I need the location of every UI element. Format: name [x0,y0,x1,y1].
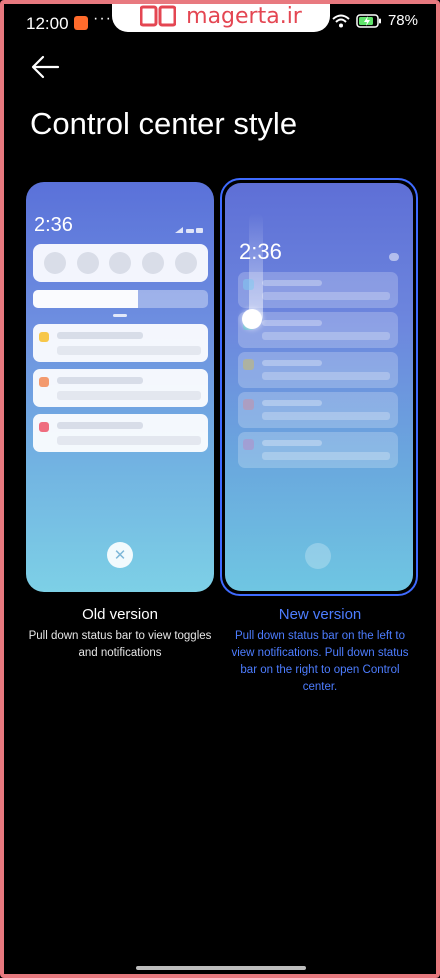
preview-notification [238,392,398,428]
preview-time: 2:36 [239,239,282,264]
preview-notification [238,272,398,308]
preview-toggle [174,252,197,274]
preview-notification-dot [39,332,49,342]
battery-percent: 78% [387,12,418,29]
book-logo-icon [140,5,177,27]
status-right-icons: 78% [332,12,418,29]
watermark-text: magerta.ir [186,3,302,29]
preview-drag-handle [113,314,127,317]
old-version-option[interactable]: 2:36 ✕ [26,182,214,592]
preview-cloud-icon [389,253,399,261]
preview-notification-dot [39,422,49,432]
preview-toggle [109,252,132,274]
app-notification-icon [74,16,88,30]
wifi-icon [332,14,350,27]
back-arrow-icon[interactable] [30,54,60,80]
preview-notification [238,432,398,468]
preview-notification-dot [39,377,49,387]
preview-close-icon: ✕ [107,542,133,568]
old-version-description: Pull down status bar to view toggles and… [28,630,212,659]
preview-notification [238,312,398,348]
battery-charging-icon [356,13,381,28]
preview-notification [33,414,208,452]
watermark-banner: magerta.ir [112,0,330,32]
status-time: 12:00 [26,14,69,33]
status-bar: 12:00 ··· magerta.ir 78% [0,0,440,46]
preview-toggles-panel [33,244,208,282]
page-title: Control center style [30,106,298,141]
preview-ghost-button [305,543,331,569]
home-indicator[interactable] [136,966,306,970]
new-version-option[interactable]: 2:36 [220,178,418,596]
preview-notification-dot [243,279,254,290]
preview-notification-dot [243,439,254,450]
more-notifications-icon: ··· [93,10,112,27]
preview-notification-dot [243,399,254,410]
preview-notification [33,369,208,407]
preview-brightness-bar [33,290,208,308]
preview-notification [238,352,398,388]
preview-notification-dot [243,359,254,370]
touch-point-indicator [242,309,262,329]
preview-signal-icon [175,227,203,233]
preview-brightness-fill [33,290,138,308]
old-version-title[interactable]: Old version [26,606,214,623]
new-version-title[interactable]: New version [226,606,414,623]
preview-time: 2:36 [34,214,73,236]
new-version-preview: 2:36 [225,183,413,591]
preview-toggle [142,252,165,274]
preview-toggle [76,252,99,274]
preview-toggle [44,252,67,274]
new-version-description: Pull down status bar on the left to view… [231,630,409,693]
preview-notification [33,324,208,362]
